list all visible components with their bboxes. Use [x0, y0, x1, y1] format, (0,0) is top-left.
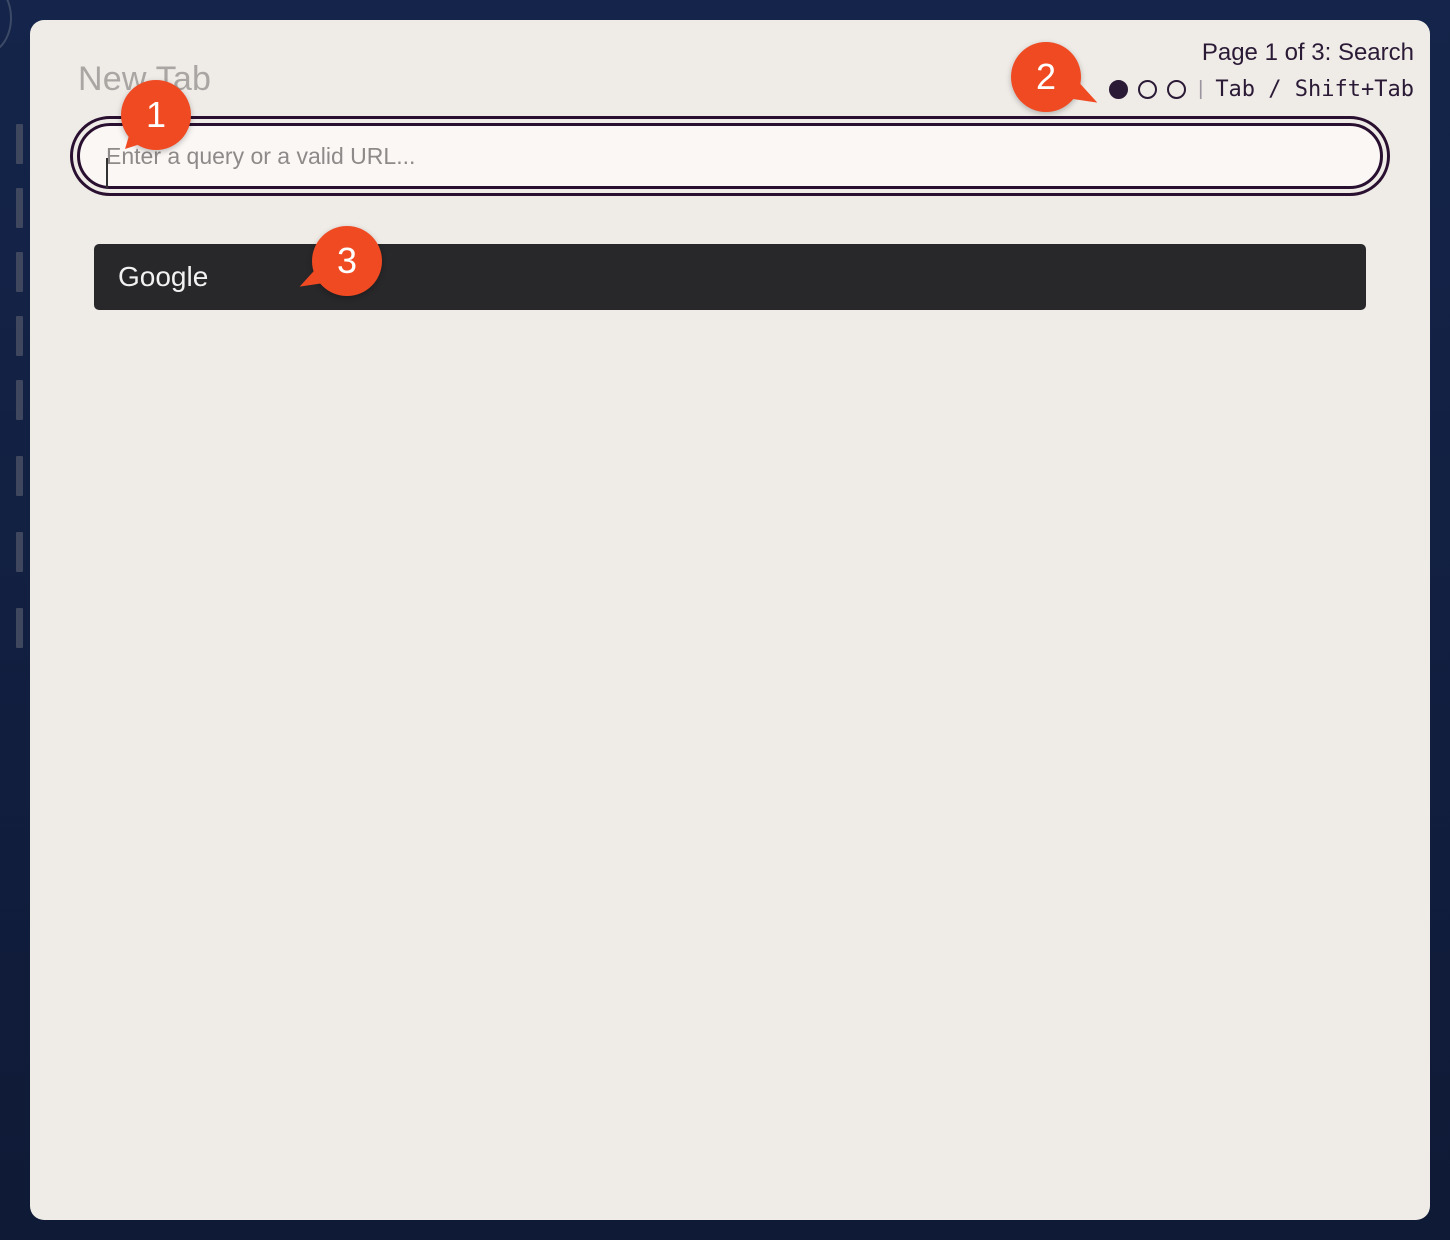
- annotation-marker-label: 1: [145, 94, 167, 135]
- annotation-marker-label: 2: [1035, 56, 1057, 97]
- search-result-label: Google: [118, 261, 209, 292]
- annotation-marker-label: 3: [336, 240, 358, 281]
- background-circle: [0, 0, 12, 54]
- page-dots-row: | Tab / Shift+Tab: [1109, 74, 1414, 104]
- search-box[interactable]: [77, 123, 1383, 189]
- background-sidebar-ticks: [16, 0, 24, 700]
- search-box-outline: [70, 116, 1390, 196]
- page-dot-3[interactable]: [1167, 79, 1187, 99]
- search-input[interactable]: [106, 142, 1380, 170]
- page-dot-2[interactable]: [1138, 79, 1158, 99]
- background-tick: [16, 124, 23, 164]
- background-tick: [16, 456, 23, 496]
- page-indicator-label: Page 1 of 3: Search: [1201, 39, 1414, 66]
- page-dot-1[interactable]: [1109, 79, 1129, 99]
- background-tick: [16, 608, 23, 648]
- page-separator: |: [1198, 77, 1204, 100]
- background-tick: [16, 380, 23, 420]
- background-tick: [16, 252, 23, 292]
- annotation-marker-2: 2: [1011, 42, 1081, 112]
- search-result-item[interactable]: Google: [94, 244, 1366, 310]
- annotation-marker-1: 1: [121, 80, 191, 150]
- background-tick: [16, 532, 23, 572]
- text-caret: [106, 158, 108, 188]
- new-tab-dialog: New Tab Page 1 of 3: Search | Tab / Shif…: [30, 20, 1430, 1220]
- annotation-marker-3: 3: [312, 226, 382, 296]
- page-indicator: Page 1 of 3: Search | Tab / Shift+Tab: [1109, 38, 1414, 104]
- background-tick: [16, 188, 23, 228]
- keyboard-shortcut-hint: Tab / Shift+Tab: [1215, 76, 1414, 102]
- background-tick: [16, 316, 23, 356]
